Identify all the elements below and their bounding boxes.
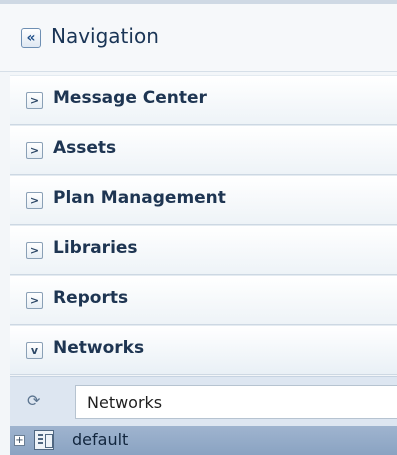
panel-plan-management[interactable]: > Plan Management [10,175,397,225]
panel-label[interactable]: Reports [53,288,128,308]
chevron-down-icon[interactable]: v [26,342,43,359]
chevron-right-icon[interactable]: > [26,292,43,309]
select-value: Networks [87,393,163,412]
accordion-panels: > Message Center > Assets > Plan Managem… [10,75,397,375]
panel-networks[interactable]: v Networks [10,325,397,375]
panel-libraries[interactable]: > Libraries [10,225,397,275]
panel-label[interactable]: Networks [53,338,144,358]
panel-label[interactable]: Libraries [53,238,138,258]
networks-toolbar: ⟳ Networks ▾ [10,376,397,426]
chevron-right-icon[interactable]: > [26,142,43,159]
navigation-title: Navigation [51,24,159,48]
panel-label[interactable]: Message Center [53,88,207,108]
chevron-right-icon[interactable]: > [26,242,43,259]
panel-label[interactable]: Plan Management [53,188,226,208]
chevron-right-icon[interactable]: > [26,192,43,209]
navigation-header: « Navigation [0,4,397,72]
tree-node-default[interactable]: + default [10,426,397,455]
panel-assets[interactable]: > Assets [10,125,397,175]
panel-reports[interactable]: > Reports [10,275,397,325]
panel-label[interactable]: Assets [53,138,116,158]
network-grid-icon [34,430,54,450]
collapse-icon[interactable]: « [21,28,41,48]
expand-icon[interactable]: + [14,435,25,446]
networks-select[interactable]: Networks ▾ [75,385,397,419]
refresh-icon[interactable]: ⟳ [27,391,40,410]
panel-message-center[interactable]: > Message Center [10,75,397,125]
chevron-right-icon[interactable]: > [26,92,43,109]
tree-node-label[interactable]: default [72,430,128,449]
